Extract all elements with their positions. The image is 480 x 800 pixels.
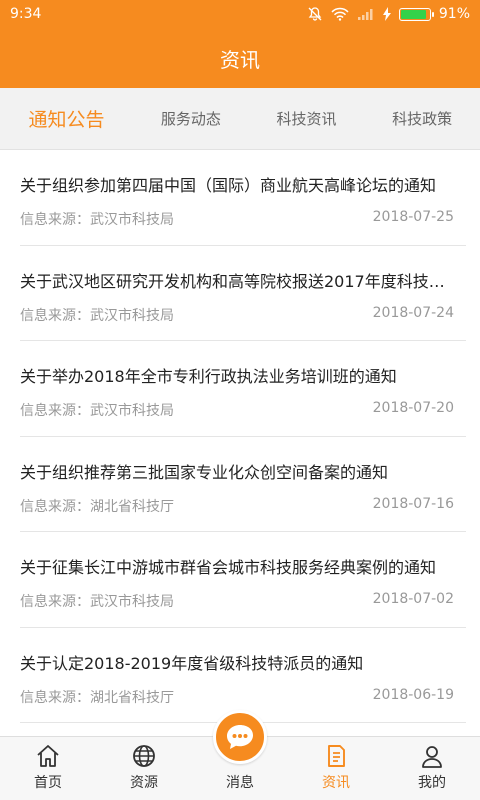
list-item[interactable]: 关于组织参加第四届中国（国际）商业航天高峰论坛的通知 信息来源：武汉市科技局 20… <box>20 150 466 246</box>
news-title: 关于认定2018-2019年度省级科技特派员的通知 <box>20 653 364 673</box>
category-tabs: 通知公告 服务动态 科技资讯 科技政策 <box>0 88 480 150</box>
news-source: 信息来源：武汉市科技局 <box>20 212 174 228</box>
battery-percent: 91% <box>438 6 470 22</box>
nav-label: 首页 <box>34 775 62 791</box>
person-icon <box>422 746 442 768</box>
status-time: 9:34 <box>10 6 42 22</box>
signal-icon <box>357 8 373 20</box>
nav-label: 消息 <box>226 775 254 791</box>
globe-icon <box>133 745 155 767</box>
wifi-icon <box>331 7 349 21</box>
nav-news[interactable]: 资讯 <box>288 737 384 800</box>
news-source: 信息来源：武汉市科技局 <box>20 307 174 324</box>
tab-service-news[interactable]: 服务动态 <box>133 108 249 129</box>
news-list: 关于组织参加第四届中国（国际）商业航天高峰论坛的通知 信息来源：武汉市科技局 20… <box>0 150 480 736</box>
home-icon <box>37 745 59 767</box>
news-source: 信息来源：武汉市科技局 <box>20 594 174 610</box>
news-title: 关于举办2018年全市专利行政执法业务培训班的通知 <box>20 367 397 386</box>
news-title: 关于征集长江中游城市群省会城市科技服务经典案例的通知 <box>20 558 437 577</box>
list-item[interactable]: 关于征集长江中游城市群省会城市科技服务经典案例的通知 信息来源：武汉市科技局 20… <box>20 532 466 628</box>
news-date: 2018-07-25 <box>372 209 454 225</box>
list-item[interactable]: 关于组织推荐第三批国家专业化众创空间备案的通知 信息来源：湖北省科技厅 2018-… <box>20 437 466 532</box>
nav-label: 资源 <box>130 775 158 791</box>
messages-button[interactable] <box>213 710 267 764</box>
battery-icon <box>398 7 434 21</box>
news-date: 2018-07-02 <box>372 591 454 607</box>
news-source: 信息来源：湖北省科技厅 <box>20 689 174 706</box>
charging-icon <box>382 7 391 21</box>
list-item[interactable]: 关于举办2018年全市专利行政执法业务培训班的通知 信息来源：武汉市科技局 201… <box>20 341 466 437</box>
tab-tech-policy[interactable]: 科技政策 <box>364 108 480 129</box>
nav-profile[interactable]: 我的 <box>384 737 480 800</box>
tab-tech-news[interactable]: 科技资讯 <box>249 108 365 129</box>
news-title: 关于武汉地区研究开发机构和高等院校报送2017年度科技成果转化年度报告的通知 <box>20 271 454 291</box>
document-icon <box>328 745 345 767</box>
news-date: 2018-07-16 <box>372 495 454 512</box>
news-date: 2018-07-20 <box>372 400 454 416</box>
list-item[interactable]: 关于认定2018-2019年度省级科技特派员的通知 信息来源：湖北省科技厅 201… <box>20 628 466 723</box>
news-date: 2018-07-24 <box>372 304 454 321</box>
news-title: 关于组织推荐第三批国家专业化众创空间备案的通知 <box>20 462 389 482</box>
news-source: 信息来源：湖北省科技厅 <box>20 498 174 515</box>
list-item[interactable]: 关于武汉地区研究开发机构和高等院校报送2017年度科技成果转化年度报告的通知 信… <box>20 246 466 341</box>
news-title: 关于组织参加第四届中国（国际）商业航天高峰论坛的通知 <box>20 176 437 195</box>
tab-notices[interactable]: 通知公告 <box>0 105 133 132</box>
nav-home[interactable]: 首页 <box>0 737 96 800</box>
nav-label: 资讯 <box>322 775 350 791</box>
status-icons: 91% <box>307 6 470 22</box>
header: 资讯 <box>0 28 480 88</box>
news-date: 2018-06-19 <box>372 686 454 703</box>
status-bar: 9:34 91% <box>0 0 480 28</box>
chat-icon <box>227 725 253 749</box>
page-title: 资讯 <box>220 47 260 72</box>
nav-label: 我的 <box>418 775 446 791</box>
mute-icon <box>308 7 322 21</box>
nav-resources[interactable]: 资源 <box>96 737 192 800</box>
news-source: 信息来源：武汉市科技局 <box>20 403 174 419</box>
